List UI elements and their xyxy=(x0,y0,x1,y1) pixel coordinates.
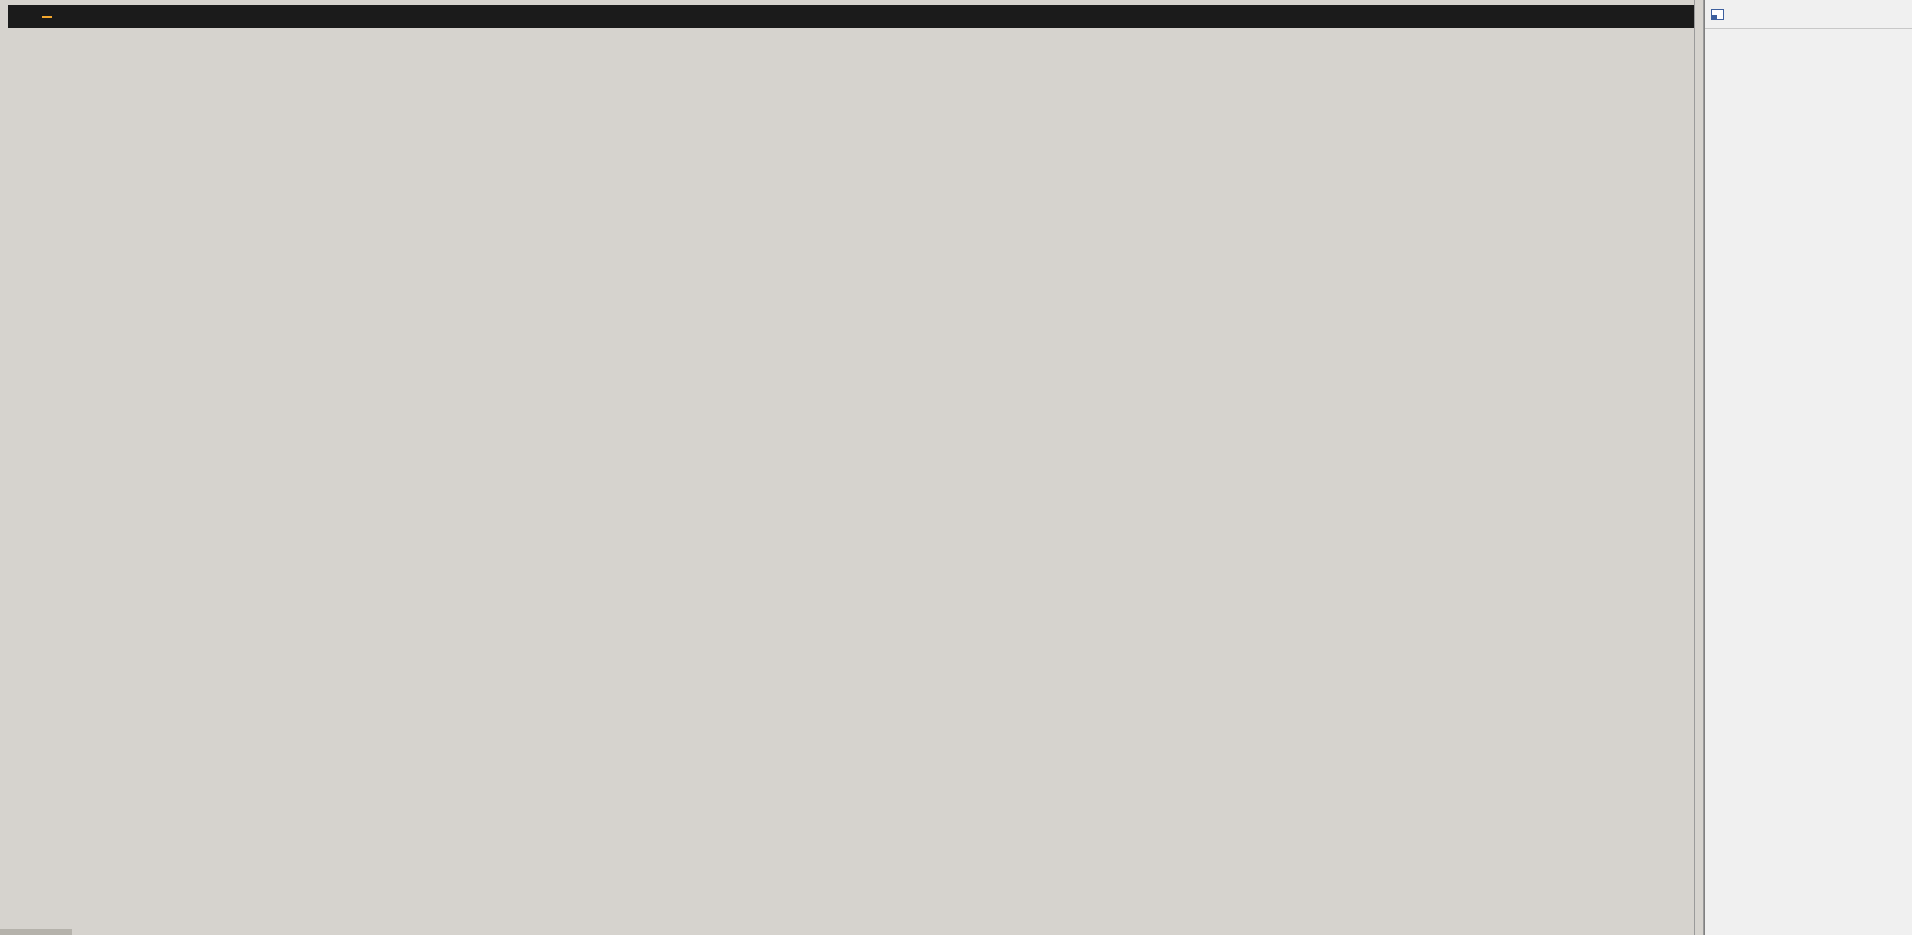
window-splitter[interactable] xyxy=(1694,0,1704,935)
dom-titlebar[interactable] xyxy=(1705,0,1912,29)
chart-window xyxy=(0,0,1700,935)
chart-tab-bar xyxy=(0,908,1700,935)
dom-bottom-filler xyxy=(1705,904,1912,935)
dom-window-icon xyxy=(1711,9,1724,20)
chart-canvas[interactable] xyxy=(0,0,1700,935)
workspace xyxy=(0,0,1912,935)
dom-window xyxy=(1704,0,1912,935)
horizontal-scrollbar[interactable] xyxy=(0,929,72,935)
